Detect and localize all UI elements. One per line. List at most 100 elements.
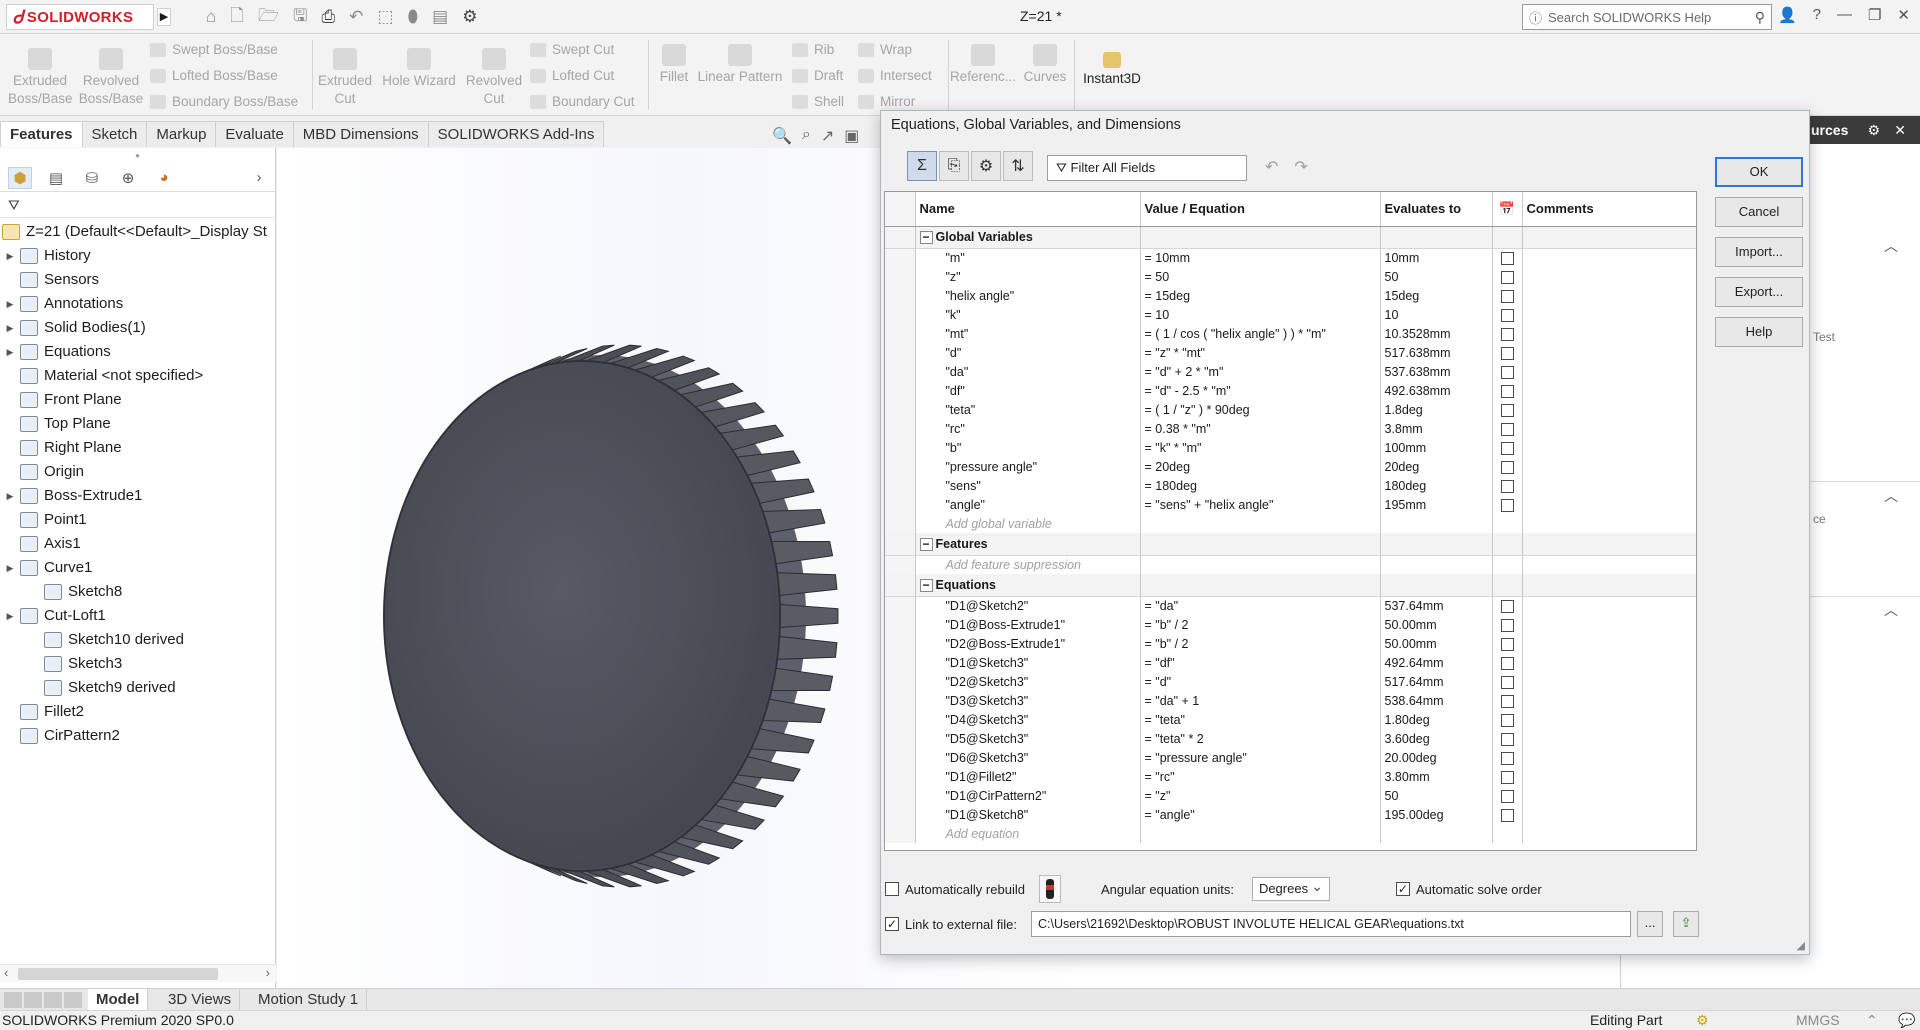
tab-features[interactable]: Features — [0, 121, 83, 147]
comment-checkbox[interactable] — [1500, 308, 1514, 322]
auto-rebuild-checkbox[interactable] — [885, 882, 899, 896]
options-gear-icon[interactable]: ⚙ — [462, 7, 477, 27]
comments-cell[interactable] — [1522, 596, 1696, 615]
comments-cell[interactable] — [1522, 634, 1696, 653]
tree-root[interactable]: Z=21 (Default<<Default>_Display St — [0, 220, 275, 244]
tree-item[interactable]: Sketch8 — [0, 580, 275, 604]
add-equation-row[interactable]: Add equation — [885, 824, 1696, 843]
comment-checkbox[interactable] — [1500, 460, 1514, 474]
open-icon[interactable]: 🗁 — [258, 3, 279, 32]
tab-sketch[interactable]: Sketch — [81, 121, 148, 147]
tree-item[interactable]: ▶ Cut-Loft1 — [0, 604, 275, 628]
tab-markup[interactable]: Markup — [146, 121, 217, 147]
collapse-icon[interactable]: − — [919, 578, 933, 592]
comment-checkbox[interactable] — [1500, 270, 1514, 284]
tree-item[interactable]: Material <not specified> — [0, 364, 275, 388]
comments-cell[interactable] — [1522, 457, 1696, 476]
row-header[interactable] — [885, 248, 916, 267]
tree-item[interactable]: Origin — [0, 460, 275, 484]
value-equation-cell[interactable]: = 10 — [1140, 305, 1381, 324]
value-equation-cell[interactable]: = 20deg — [1140, 457, 1381, 476]
minimize-icon[interactable]: — — [1837, 6, 1852, 24]
add-global-variable-row[interactable]: Add global variable — [885, 514, 1696, 533]
add-row-placeholder[interactable]: Add global variable — [915, 514, 1141, 533]
comments-cell[interactable] — [1522, 324, 1696, 343]
collapse-icon[interactable]: − — [919, 231, 933, 245]
external-file-path-input[interactable]: C:\Users\21692\Desktop\ROBUST INVOLUTE H… — [1031, 911, 1632, 937]
linear-pattern-button[interactable]: Linear Pattern — [694, 44, 786, 86]
help-icon[interactable]: ? — [1813, 6, 1821, 24]
section-view-icon[interactable]: ▣ — [844, 126, 859, 146]
instant3d-button[interactable]: Instant3D — [1078, 52, 1146, 88]
select-icon[interactable]: ⬚ — [377, 7, 393, 27]
scroll-right-icon[interactable]: › — [266, 965, 270, 980]
name-cell[interactable]: "sens" — [915, 476, 1141, 495]
value-equation-cell[interactable]: = "df" — [1140, 653, 1381, 672]
comment-checkbox[interactable] — [1500, 732, 1514, 746]
row-header[interactable] — [885, 615, 916, 634]
value-equation-cell[interactable]: = 0.38 * "m" — [1140, 419, 1381, 438]
save-icon[interactable]: 🖫 — [293, 3, 307, 32]
row-header[interactable] — [885, 596, 916, 615]
row-header[interactable] — [885, 305, 916, 324]
row-header[interactable] — [885, 419, 916, 438]
zoom-to-area-icon[interactable]: ⌕ — [802, 126, 811, 146]
name-cell[interactable]: "df" — [915, 381, 1141, 400]
table-row[interactable]: "D2@Boss-Extrude1" = "b" / 2 50.00mm — [885, 634, 1696, 653]
tab-motion-study-1[interactable]: Motion Study 1 — [250, 989, 368, 1011]
value-equation-cell[interactable]: = "b" / 2 — [1140, 615, 1381, 634]
value-equation-cell[interactable]: = 180deg — [1140, 476, 1381, 495]
comment-checkbox[interactable] — [1500, 770, 1514, 784]
task-pane-options-icon[interactable]: ⚙ — [1867, 116, 1880, 144]
section-collapse-icon[interactable]: ︿ — [1884, 486, 1898, 506]
tree-expand-icon[interactable]: ▶ — [4, 604, 16, 628]
lofted-cut-button[interactable]: Lofted Cut — [530, 68, 614, 83]
name-cell[interactable]: "D1@CirPattern2" — [915, 786, 1141, 805]
value-equation-cell[interactable]: = "da" + 1 — [1140, 691, 1381, 710]
help-button[interactable]: Help — [1715, 317, 1803, 347]
table-row[interactable]: "rc" = 0.38 * "m" 3.8mm — [885, 419, 1696, 438]
unit-menu-arrow-icon[interactable]: ⌃ — [1866, 1011, 1878, 1030]
comment-checkbox[interactable] — [1500, 422, 1514, 436]
value-equation-cell[interactable]: = 50 — [1140, 267, 1381, 286]
row-header[interactable] — [885, 476, 916, 495]
solidworks-logo[interactable]: Ꮷ SOLIDWORKS — [6, 4, 154, 30]
comments-cell[interactable] — [1522, 767, 1696, 786]
tree-expand-icon[interactable]: ▶ — [4, 556, 16, 580]
name-cell[interactable]: "D2@Boss-Extrude1" — [915, 634, 1141, 653]
table-row[interactable]: "b" = "k" * "m" 100mm — [885, 438, 1696, 457]
value-equation-cell[interactable]: = 10mm — [1140, 248, 1381, 267]
comments-cell[interactable] — [1522, 438, 1696, 457]
zoom-to-fit-icon[interactable]: 🔍 — [772, 126, 792, 146]
restore-icon[interactable]: ❐ — [1868, 6, 1881, 24]
tree-item[interactable]: Sketch3 — [0, 652, 275, 676]
tree-horizontal-scrollbar[interactable]: ‹ › — [0, 964, 276, 982]
comment-checkbox[interactable] — [1500, 789, 1514, 803]
helical-gear-model[interactable] — [347, 318, 907, 918]
row-header[interactable] — [885, 691, 916, 710]
tree-filter[interactable]: ⛛ — [0, 192, 275, 218]
column-value-equation[interactable]: Value / Equation — [1140, 192, 1381, 227]
swept-boss-button[interactable]: Swept Boss/Base — [150, 42, 278, 57]
mirror-button[interactable]: Mirror — [858, 94, 915, 109]
tree-item[interactable]: Right Plane — [0, 436, 275, 460]
table-row[interactable]: "D6@Sketch3" = "pressure angle" 20.00deg — [885, 748, 1696, 767]
comments-cell[interactable] — [1522, 400, 1696, 419]
fillet-button[interactable]: Fillet — [652, 44, 696, 86]
new-document-icon[interactable]: 🗋 — [230, 3, 244, 32]
tree-item[interactable]: Sketch9 derived — [0, 676, 275, 700]
intersect-button[interactable]: Intersect — [858, 68, 932, 83]
cancel-button[interactable]: Cancel — [1715, 197, 1803, 227]
dimxpert-tab-icon[interactable]: ⊕ — [116, 167, 140, 189]
comments-cell[interactable] — [1522, 786, 1696, 805]
value-equation-cell[interactable]: = "angle" — [1140, 805, 1381, 824]
comment-checkbox[interactable] — [1500, 618, 1514, 632]
value-equation-cell[interactable]: = "d" — [1140, 672, 1381, 691]
comment-checkbox[interactable] — [1500, 289, 1514, 303]
section-collapse-icon[interactable]: ︿ — [1884, 236, 1898, 256]
table-row[interactable]: "k" = 10 10 — [885, 305, 1696, 324]
comments-cell[interactable] — [1522, 653, 1696, 672]
table-row[interactable]: "D2@Sketch3" = "d" 517.64mm — [885, 672, 1696, 691]
lofted-boss-button[interactable]: Lofted Boss/Base — [150, 68, 278, 83]
column-comment-toggle[interactable]: 📅 — [1492, 192, 1523, 227]
